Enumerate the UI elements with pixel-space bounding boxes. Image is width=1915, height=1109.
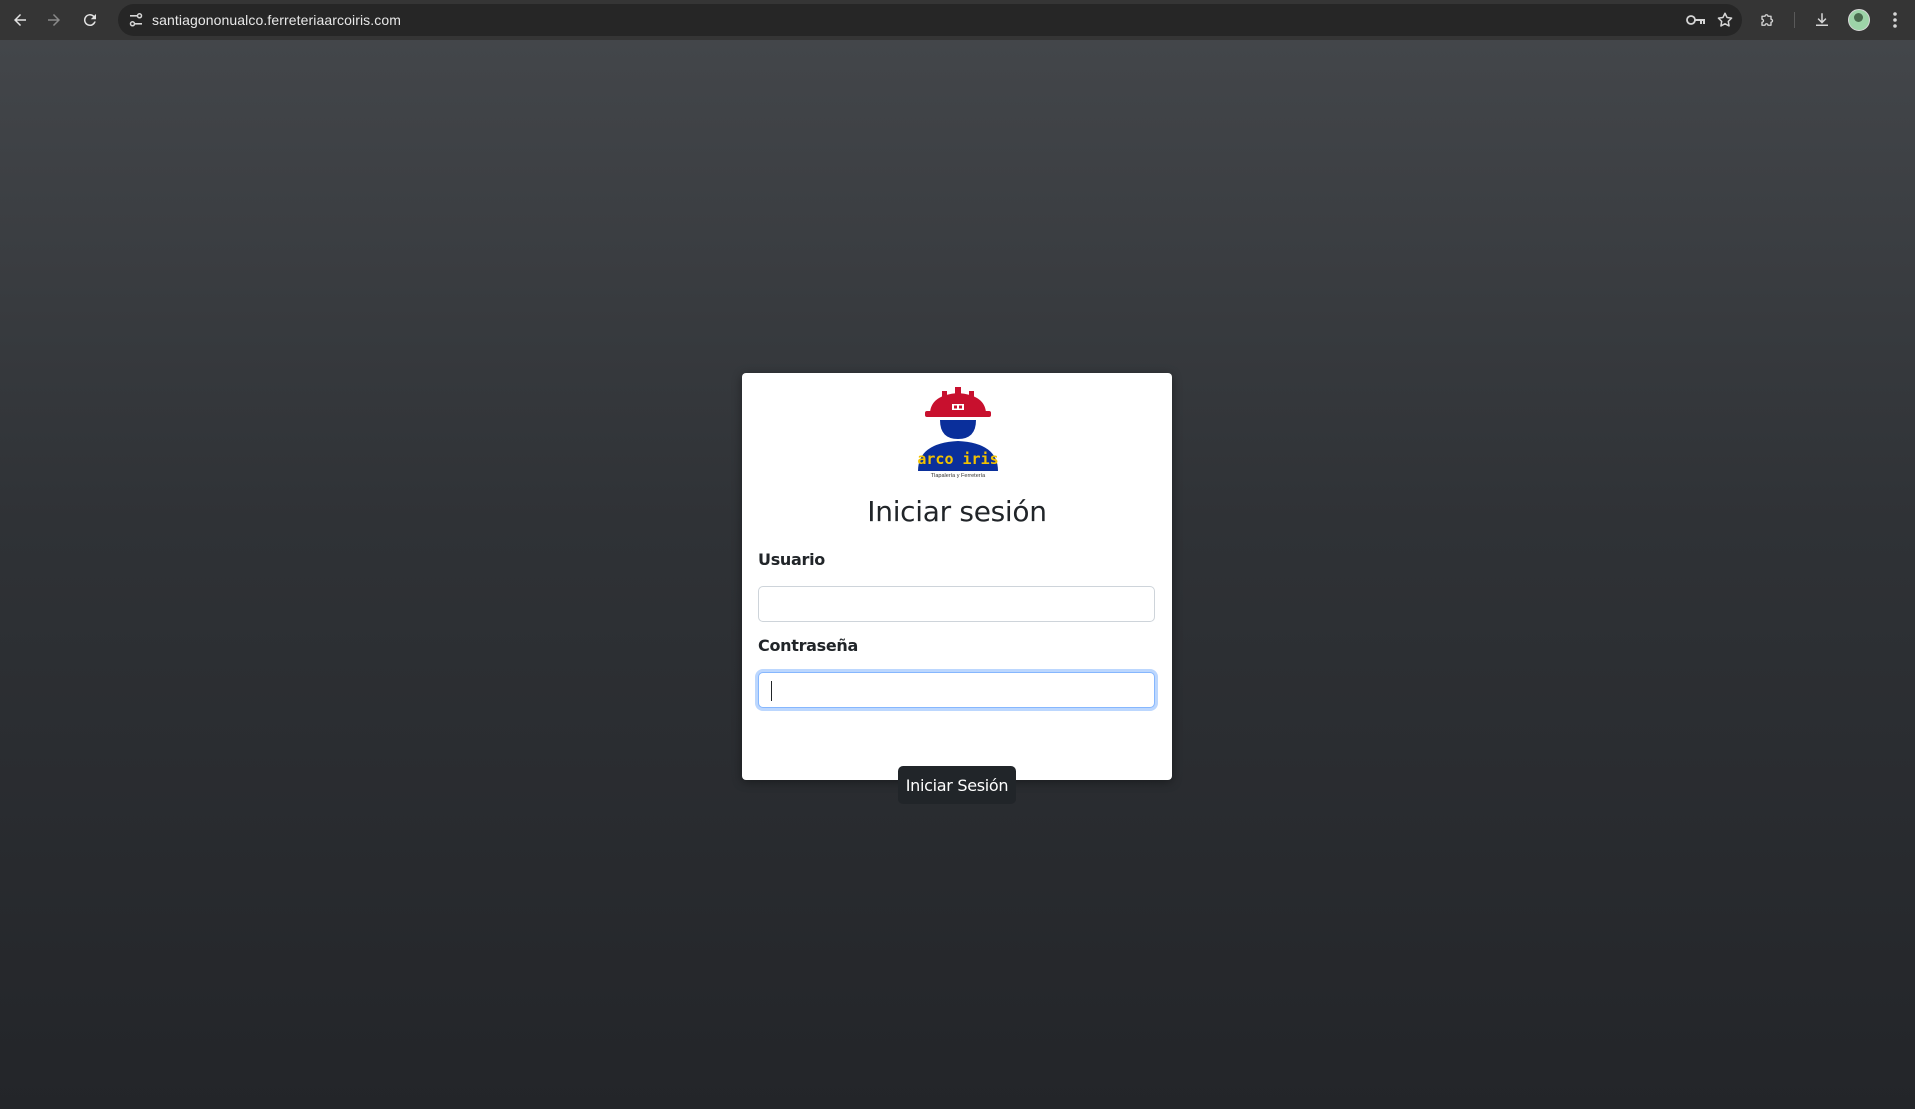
username-label: Usuario: [758, 550, 825, 569]
back-button[interactable]: [2, 2, 38, 38]
company-logo: arco iris Tlapalería y Ferretería: [917, 387, 999, 479]
puzzle-icon: [1761, 14, 1774, 26]
reload-icon: [83, 14, 96, 27]
site-info-button[interactable]: [120, 4, 152, 36]
address-bar[interactable]: santiagononualco.ferreteriaarcoiris.com: [118, 4, 1742, 36]
extensions-button[interactable]: [1754, 6, 1782, 34]
page-background: arco iris Tlapalería y Ferretería Inicia…: [0, 40, 1915, 1109]
star-icon: [1717, 12, 1733, 27]
kebab-menu-icon: [1893, 12, 1897, 28]
download-icon: [1816, 13, 1828, 26]
username-input[interactable]: [758, 586, 1155, 622]
password-label: Contraseña: [758, 636, 859, 655]
page-title: Iniciar sesión: [867, 495, 1047, 528]
bookmark-button[interactable]: [1716, 11, 1734, 29]
password-input[interactable]: [758, 672, 1155, 708]
text-caret: [771, 681, 772, 701]
reload-button[interactable]: [72, 2, 108, 38]
browser-menu-button[interactable]: [1881, 6, 1909, 34]
key-icon: [1686, 15, 1705, 25]
back-arrow-icon: [14, 14, 26, 26]
logo-brand-text: arco iris: [917, 450, 998, 468]
downloads-button[interactable]: [1808, 6, 1836, 34]
forward-arrow-icon: [48, 14, 60, 26]
url-text[interactable]: santiagononualco.ferreteriaarcoiris.com: [152, 12, 401, 28]
avatar: [1848, 9, 1870, 31]
login-submit-button[interactable]: Iniciar Sesión: [898, 766, 1016, 804]
browser-toolbar: santiagononualco.ferreteriaarcoiris.com: [0, 0, 1915, 40]
login-card: arco iris Tlapalería y Ferretería Inicia…: [742, 373, 1172, 804]
tune-icon: [129, 13, 143, 27]
logo-tagline-text: Tlapalería y Ferretería: [931, 473, 986, 479]
forward-button[interactable]: [36, 2, 72, 38]
toolbar-divider: [1794, 12, 1795, 28]
profile-button[interactable]: [1845, 6, 1873, 34]
password-key-button[interactable]: [1686, 13, 1706, 27]
